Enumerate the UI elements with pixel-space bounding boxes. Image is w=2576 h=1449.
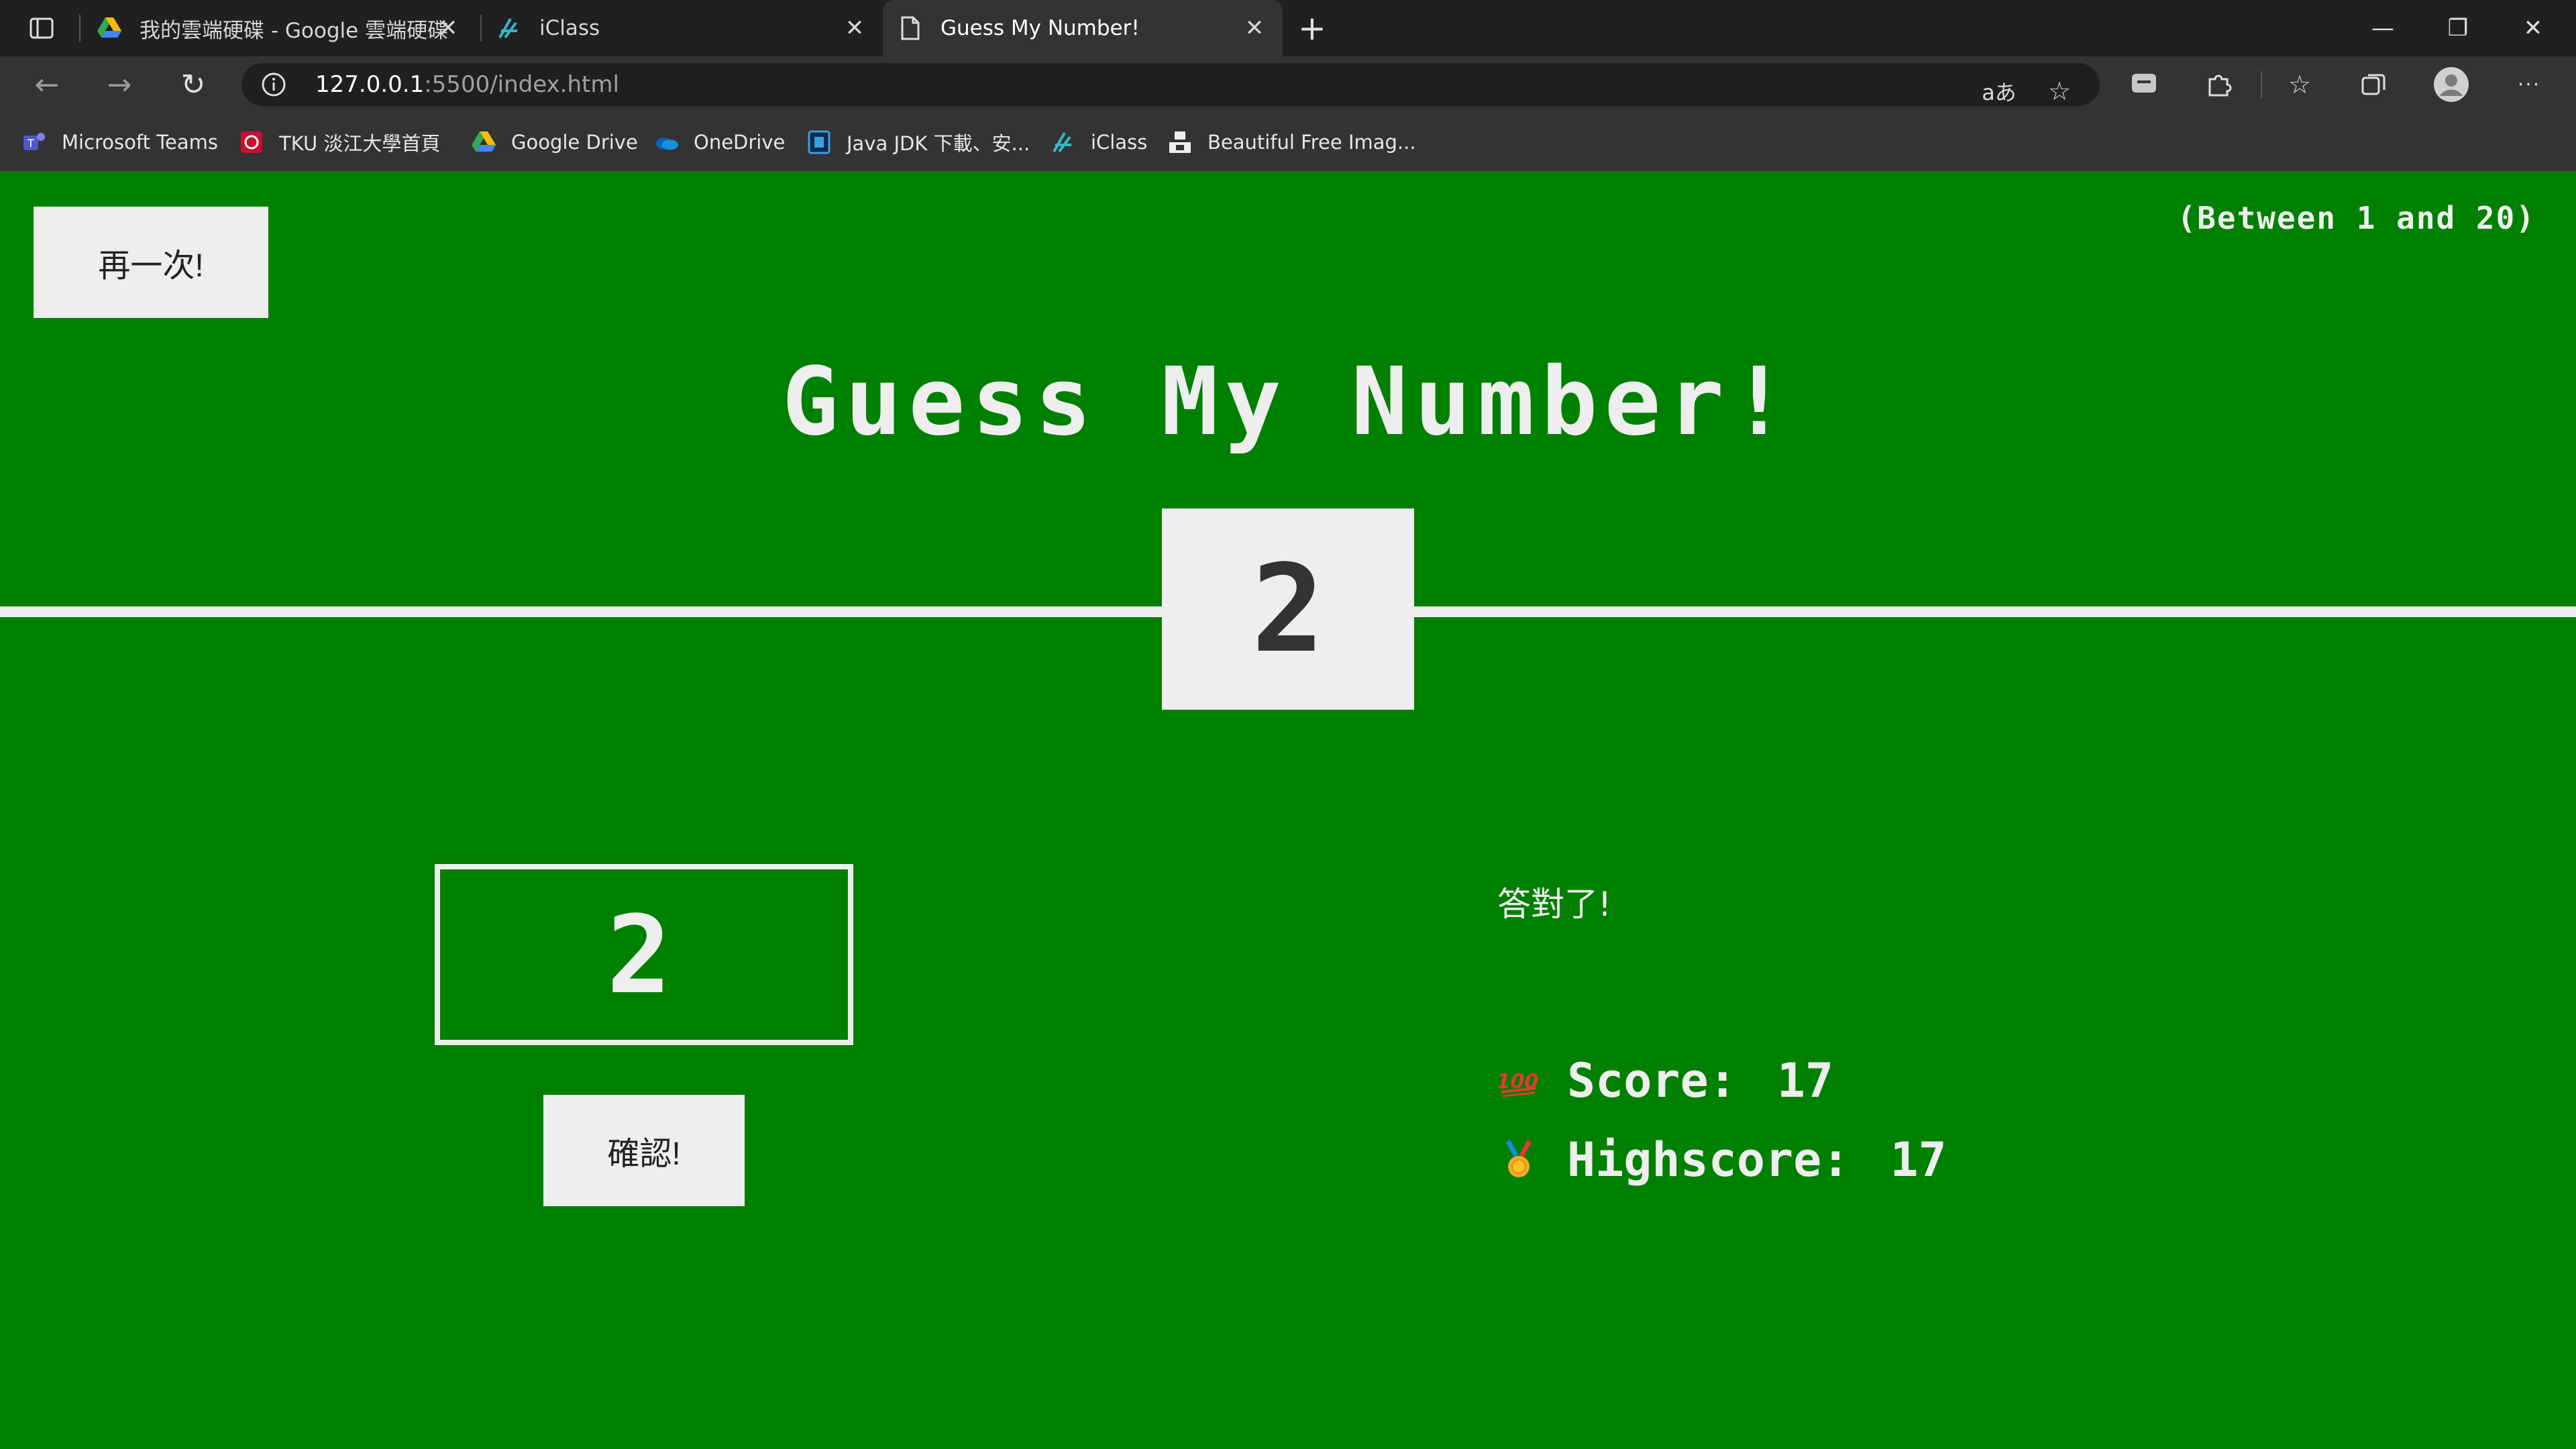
url-path: :5500/index.html [424,71,619,98]
reload-icon: ↻ [180,67,206,102]
java-icon [806,129,832,155]
game-page: 再一次! (Between 1 and 20) Guess My Number!… [0,172,2576,1449]
bookmark-google-drive[interactable]: Google Drive [471,127,638,157]
collections-button[interactable] [2353,64,2394,105]
bookmark-label: OneDrive [694,131,786,154]
tab-title: 我的雲端硬碟 - Google 雲端硬碟 [140,18,449,43]
medal-icon [1497,1138,1540,1181]
address-toolbar: ← → ↻ 127.0.0.1:5500/index.html aあ ☆ ☆ ·… [0,56,2576,113]
again-button[interactable]: 再一次! [34,207,268,318]
result-message: 答對了! [1497,885,1612,924]
back-arrow-icon: ← [34,67,60,102]
add-favorite-button[interactable]: ☆ [2039,71,2080,111]
google-drive-icon [97,15,122,41]
bookmark-tku[interactable]: TKU 淡江大學首頁 [239,127,440,157]
bookmark-onedrive[interactable]: OneDrive [653,127,785,157]
toolbar-separator [2261,71,2262,98]
tab-iclass[interactable]: iClass ✕ [487,0,883,56]
read-aloud-button[interactable]: aあ [1979,71,2019,111]
bookmark-java-jdk[interactable]: Java JDK 下載、安... [806,127,1030,157]
hundred-points-icon: 100 [1497,1059,1540,1102]
bookmark-label: Google Drive [511,131,638,154]
close-tab-icon[interactable]: ✕ [841,15,868,42]
restore-icon: ❐ [2447,15,2469,42]
tab-title: iClass [539,16,600,40]
tab-actions-menu[interactable] [13,0,70,56]
highscore-row: Highscore: 17 [1497,1132,1947,1187]
score-label: Score: [1567,1053,1737,1108]
range-hint: (Between 1 and 20) [2177,200,2536,236]
bookmark-microsoft-teams[interactable]: T Microsoft Teams [21,127,218,157]
bookmark-iclass[interactable]: iClass [1051,127,1147,157]
read-aloud-icon: aあ [1982,80,2017,105]
iclass-icon [1051,129,1076,155]
plus-icon: + [1298,9,1326,48]
bookmark-label: Microsoft Teams [62,131,218,154]
game-title: Guess My Number! [782,347,1794,457]
reload-button[interactable]: ↻ [173,64,213,105]
profile-button[interactable] [2431,64,2471,105]
check-button[interactable]: 確認! [543,1095,745,1206]
tab-title: Guess My Number! [941,16,1140,40]
tku-icon [239,129,264,155]
favorites-button[interactable]: ☆ [2279,64,2320,105]
tab-guess-my-number[interactable]: Guess My Number! ✕ [883,0,1283,56]
extensions-button[interactable] [2199,64,2239,105]
teams-icon: T [21,129,47,155]
highscore-label: Highscore: [1567,1132,1850,1187]
svg-text:T: T [27,137,34,150]
tab-bar: 我的雲端硬碟 - Google 雲端硬碟 ✕ iClass ✕ Guess My… [0,0,2576,56]
bookmark-label: iClass [1091,131,1148,154]
url-text: 127.0.0.1:5500/index.html [315,71,619,98]
score-value: 17 [1776,1053,1834,1108]
tab-google-drive[interactable]: 我的雲端硬碟 - Google 雲端硬碟 ✕ [87,0,476,56]
collections-icon [2361,74,2385,95]
more-icon: ··· [2517,72,2541,97]
puzzle-icon [2208,74,2232,97]
close-tab-icon[interactable]: ✕ [1241,15,1268,42]
bookmark-label: Java JDK 下載、安... [847,132,1030,155]
forward-arrow-icon: → [107,67,132,102]
bookmark-unsplash[interactable]: Beautiful Free Imag... [1167,127,1416,157]
unsplash-icon [1167,129,1193,155]
chat-icon [2132,74,2156,93]
guess-input[interactable] [435,864,853,1045]
iclass-icon [496,15,522,41]
new-tab-button[interactable]: + [1292,0,1332,56]
secret-number: 2 [1162,508,1414,710]
close-icon: ✕ [2523,15,2543,42]
bookmark-label: TKU 淡江大學首頁 [279,132,441,155]
onedrive-icon [653,129,679,155]
restore-button[interactable]: ❐ [2420,0,2496,56]
google-drive-icon [471,129,496,155]
chat-extension-button[interactable] [2124,64,2164,105]
bookmarks-bar: T Microsoft Teams TKU 淡江大學首頁 Google Driv… [0,113,2576,172]
close-window-button[interactable]: ✕ [2496,0,2571,56]
bookmark-label: Beautiful Free Imag... [1208,131,1416,154]
tab-actions-icon [30,17,54,39]
url-host: 127.0.0.1 [315,71,425,98]
favorites-icon: ☆ [2288,70,2312,99]
site-info-icon[interactable] [260,71,287,98]
address-field[interactable]: 127.0.0.1:5500/index.html aあ ☆ [241,63,2100,106]
star-add-icon: ☆ [2047,76,2072,106]
avatar-icon [2434,67,2469,102]
page-icon [898,15,923,41]
score-row: 100 Score: 17 [1497,1053,1833,1108]
close-tab-icon[interactable]: ✕ [435,15,462,42]
settings-menu-button[interactable]: ··· [2509,64,2549,105]
forward-button[interactable]: → [99,64,140,105]
tab-separator [79,15,80,42]
highscore-value: 17 [1890,1132,1947,1187]
back-button[interactable]: ← [27,64,67,105]
minimize-button[interactable]: — [2345,0,2420,56]
minimize-icon: — [2371,15,2394,42]
tab-separator [480,15,482,42]
